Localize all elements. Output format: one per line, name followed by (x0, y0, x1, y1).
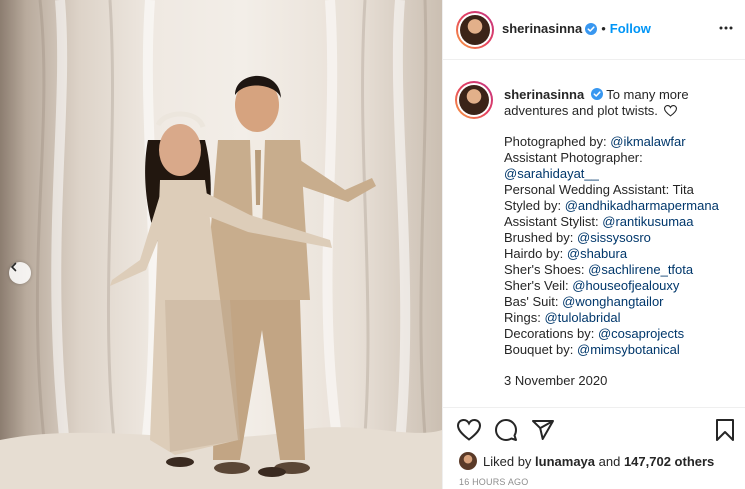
mention-link[interactable]: @shabura (567, 246, 627, 261)
caption-username[interactable]: sherinasinna (504, 87, 584, 102)
post-actions: Liked by lunamaya and 147,702 others 16 … (443, 407, 745, 489)
more-options-button[interactable] (718, 20, 734, 41)
more-options-icon (719, 26, 733, 30)
credit-line: Bouquet by: @mimsybotanical (504, 342, 680, 357)
credits-list: Photographed by: @ikmalawfar Assistant P… (504, 134, 736, 358)
credit-line: Assistant Photographer: (504, 150, 643, 165)
heart-outline-icon (663, 105, 677, 117)
mention-link[interactable]: @sissysosro (577, 230, 651, 245)
post-timestamp[interactable]: 16 HOURS AGO (459, 477, 528, 487)
comment-icon (495, 419, 517, 441)
carousel-prev-button[interactable] (9, 262, 31, 284)
comment-button[interactable] (494, 418, 518, 447)
credit-line: Photographed by: @ikmalawfar (504, 134, 686, 149)
header-username[interactable]: sherinasinna (502, 21, 582, 36)
follow-button[interactable]: Follow (610, 21, 651, 36)
mention-link[interactable]: @mimsybotanical (577, 342, 680, 357)
save-button[interactable] (715, 418, 735, 447)
credit-line: Rings: @tulolabridal (504, 310, 621, 325)
heart-icon (456, 418, 482, 441)
credit-line: Bas' Suit: @wonghangtailor (504, 294, 664, 309)
mention-link[interactable]: @sarahidayat__ (504, 166, 599, 181)
liker-avatar (459, 452, 477, 470)
caption-text: sherinasinna To many more adventures and… (504, 87, 736, 389)
credit-line: Sher's Shoes: @sachlirene_tfota (504, 262, 694, 277)
mention-link[interactable]: @tulolabridal (544, 310, 620, 325)
likes-prefix: Liked by (483, 453, 532, 469)
credit-line: Hairdo by: @shabura (504, 246, 628, 261)
verified-badge-icon (590, 88, 603, 100)
credit-line: Personal Wedding Assistant: Tita (504, 182, 694, 197)
avatar-image (459, 85, 489, 115)
likes-middle: and (595, 453, 624, 469)
chevron-left-icon (10, 262, 17, 272)
separator-dot: • (601, 21, 606, 36)
mention-link[interactable]: @ikmalawfar (610, 134, 685, 149)
credit-line: Sher's Veil: @houseofjealouxy (504, 278, 680, 293)
caption-area: sherinasinna To many more adventures and… (443, 61, 745, 407)
wedding-couple-photo (0, 0, 442, 489)
post-side-panel: sherinasinna • Follow sherinasinna To ma… (442, 0, 745, 489)
profile-avatar[interactable] (456, 11, 494, 49)
mention-link[interactable]: @sachlirene_tfota (588, 262, 693, 277)
likes-count[interactable]: 147,702 others (624, 454, 714, 469)
credit-line: @sarahidayat__ (504, 166, 736, 182)
mention-link[interactable]: @cosaprojects (598, 326, 684, 341)
credit-line: Brushed by: @sissysosro (504, 230, 651, 245)
credit-line: Assistant Stylist: @rantikusumaa (504, 214, 694, 229)
mention-link[interactable]: @rantikusumaa (602, 214, 693, 229)
share-button[interactable] (531, 418, 555, 447)
mention-link[interactable]: @houseofjealouxy (572, 278, 679, 293)
bookmark-icon (716, 419, 734, 441)
caption-date: 3 November 2020 (504, 373, 608, 388)
post-header: sherinasinna • Follow (443, 0, 745, 60)
mention-link[interactable]: @wonghangtailor (562, 294, 663, 309)
credit-line: Decorations by: @cosaprojects (504, 326, 685, 341)
like-button[interactable] (456, 418, 482, 446)
post-photo[interactable] (0, 0, 442, 489)
liker-username[interactable]: lunamaya (535, 454, 595, 469)
likes-summary[interactable]: Liked by lunamaya and 147,702 others (459, 452, 714, 470)
verified-badge-icon (585, 22, 598, 35)
caption-avatar[interactable] (455, 81, 493, 119)
credit-line: Styled by: @andhikadharmapermana (504, 198, 719, 213)
mention-link[interactable]: @andhikadharmapermana (565, 198, 719, 213)
avatar-image (460, 15, 490, 45)
paper-plane-icon (532, 420, 554, 440)
